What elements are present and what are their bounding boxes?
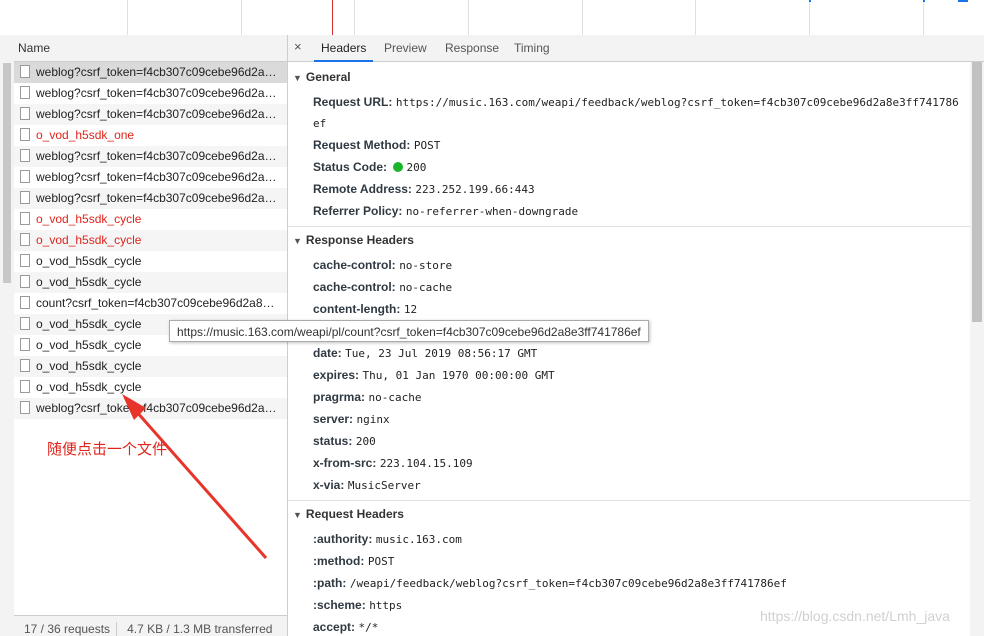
annotation-arrow-icon (122, 394, 268, 559)
url-tooltip: https://music.163.com/weapi/pl/count?csr… (169, 320, 649, 342)
watermark: https://blog.csdn.net/Lmh_java (760, 608, 950, 624)
annotation-text: 随便点击一个文件 (47, 440, 168, 458)
